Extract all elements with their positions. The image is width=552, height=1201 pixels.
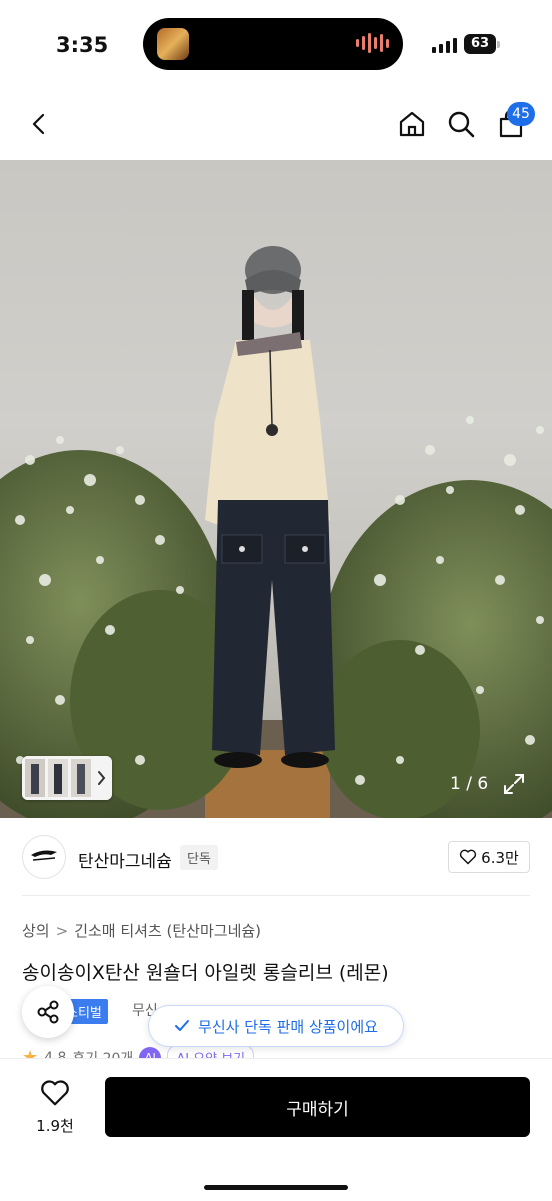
battery-tip (497, 41, 500, 48)
wishlist-count: 1.9천 (36, 1117, 74, 1135)
search-icon[interactable] (437, 100, 485, 148)
home-indicator[interactable] (204, 1185, 348, 1190)
heart-icon (41, 1080, 69, 1106)
wishlist-button[interactable]: 1.9천 (22, 1079, 88, 1136)
heart-icon (460, 849, 477, 865)
check-icon (175, 1020, 190, 1031)
image-counter: 1 / 6 (450, 774, 489, 794)
signal-icon (432, 38, 457, 53)
battery-indicator: 63 (464, 34, 496, 54)
dynamic-island[interactable] (143, 18, 403, 70)
exclusive-notice-text: 무신사 단독 판매 상품이에요 (198, 1017, 378, 1036)
share-icon (37, 1000, 59, 1024)
back-icon[interactable] (16, 100, 64, 148)
product-title: 송이송이X탄산 원숄더 아일렛 롱슬리브 (레몬) (22, 962, 389, 984)
status-time: 3:35 (56, 33, 109, 57)
divider (22, 895, 530, 896)
bottom-action-bar: 1.9천 구매하기 (0, 1058, 552, 1201)
brand-exclusive-tag: 단독 (180, 845, 218, 870)
share-button[interactable] (22, 986, 74, 1038)
brand-logo[interactable] (22, 835, 66, 879)
product-image[interactable]: 1 / 6 (0, 160, 552, 818)
chevron-right-icon: > (55, 922, 69, 940)
product-photo (0, 246, 552, 818)
top-nav (0, 90, 552, 160)
brand-like-button[interactable]: 6.3만 (448, 841, 530, 873)
gallery-thumbnail[interactable] (22, 756, 112, 800)
breadcrumb-category[interactable]: 상의 (22, 922, 50, 940)
expand-icon[interactable] (502, 772, 526, 800)
brand-like-count: 6.3만 (481, 848, 519, 867)
now-playing-artwork (157, 28, 189, 60)
breadcrumb-subcategory[interactable]: 긴소매 티셔츠 (탄산마그네슘) (74, 922, 261, 940)
brand-name[interactable]: 탄산마그네슘 (78, 847, 172, 872)
status-bar: 3:35 63 (0, 0, 552, 90)
brand-row[interactable]: 탄산마그네슘 단독 6.3만 (0, 818, 552, 898)
exclusive-notice: 무신사 단독 판매 상품이에요 (148, 1005, 404, 1047)
cart-count-badge: 45 (507, 102, 535, 126)
audio-wave-icon (356, 33, 389, 53)
buy-button[interactable]: 구매하기 (105, 1077, 530, 1137)
breadcrumb: 상의 > 긴소매 티셔츠 (탄산마그네슘) (22, 920, 261, 941)
home-icon[interactable] (388, 100, 436, 148)
